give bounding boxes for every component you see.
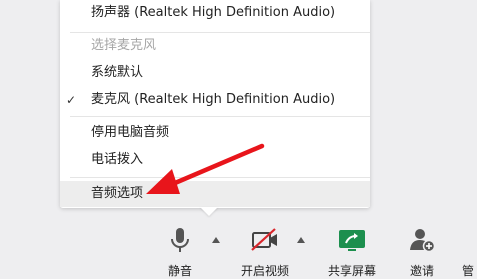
mute-button[interactable]: 静音 [150, 226, 210, 278]
manage-participants-button[interactable]: 管 [440, 226, 477, 278]
add-user-icon [410, 229, 436, 253]
video-label: 开启视频 [240, 264, 289, 278]
meeting-toolbar: 静音 开启视频 共享屏幕 邀请 管 [0, 220, 477, 279]
video-camera-off-icon [251, 228, 277, 251]
start-video-button[interactable]: 开启视频 [235, 226, 295, 278]
video-options-caret-icon[interactable] [297, 237, 305, 243]
share-screen-button[interactable]: 共享屏幕 [322, 226, 382, 278]
manage-label: 管 [462, 264, 475, 278]
microphone-icon [171, 228, 189, 252]
audio-options-caret-icon[interactable] [212, 237, 220, 243]
share-screen-icon [339, 230, 365, 251]
share-label: 共享屏幕 [327, 264, 376, 278]
mute-label: 静音 [167, 264, 192, 278]
